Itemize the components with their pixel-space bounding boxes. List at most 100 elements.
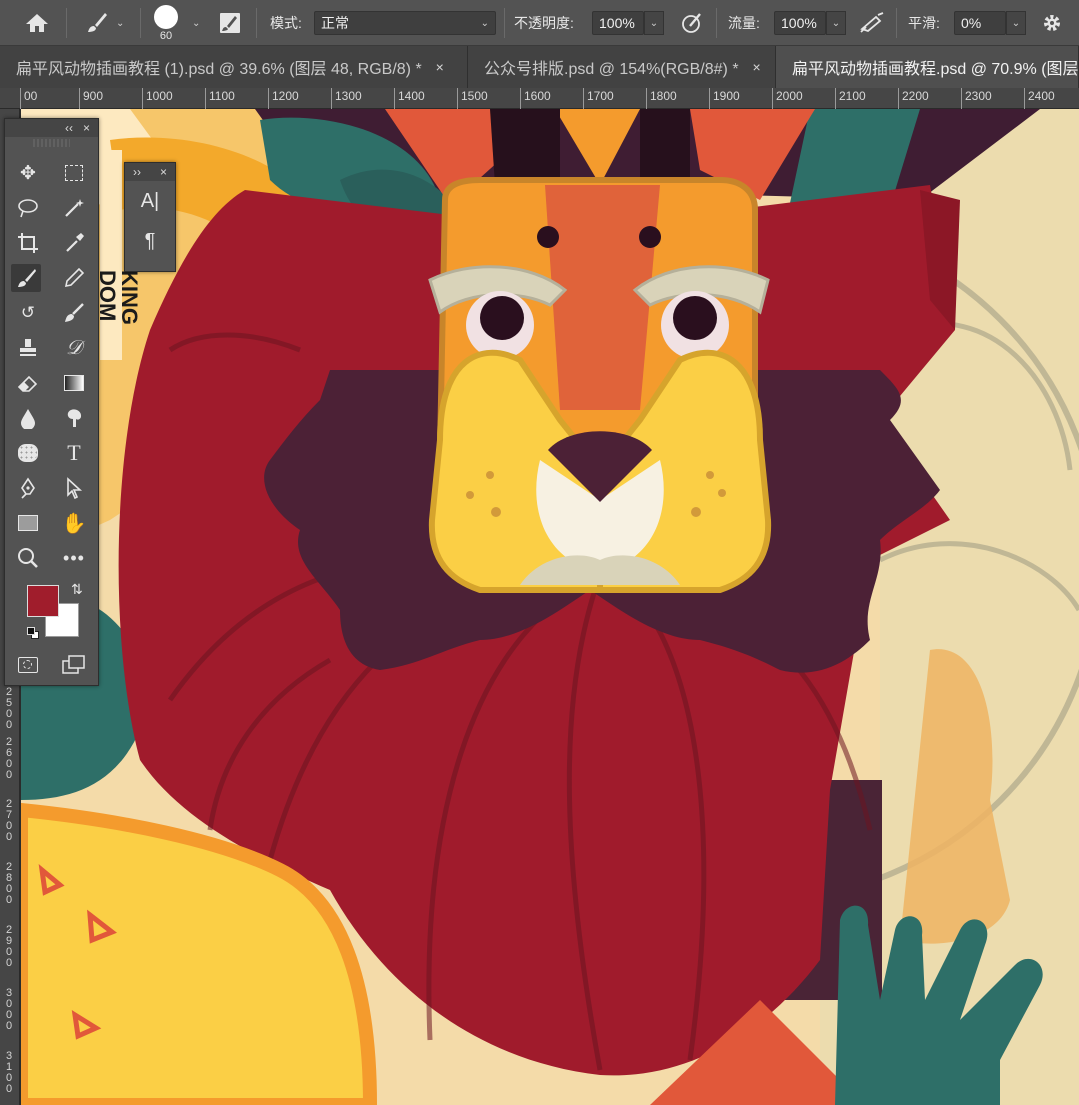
- opacity-label: 不透明度:: [514, 15, 574, 31]
- type-tool[interactable]: T: [59, 439, 89, 467]
- art-history-icon: 𝒟: [66, 336, 82, 359]
- mini-panel-header[interactable]: ›› ×: [125, 163, 175, 181]
- chevron-down-icon: ⌄: [1011, 17, 1021, 29]
- tools-panel[interactable]: ‹‹ × ✥ ↺ 𝒟 T ✋ ••• ⇅: [4, 118, 99, 686]
- blend-mode-select[interactable]: 正常 ⌄: [314, 0, 496, 46]
- mode-label: 模式:: [270, 15, 302, 31]
- pen-tool[interactable]: [13, 474, 43, 502]
- ruler-tick: 2500: [5, 686, 13, 731]
- gradient-tool[interactable]: [59, 369, 89, 397]
- ruler-tick: 1000: [142, 88, 173, 109]
- blur-tool[interactable]: [13, 404, 43, 432]
- clone-stamp-tool[interactable]: [13, 334, 43, 362]
- swap-colors-icon[interactable]: ⇅: [71, 581, 83, 598]
- tab-title: 公众号排版.psd @ 154%(RGB/8#) *: [484, 61, 739, 78]
- settings-button[interactable]: [1040, 0, 1064, 46]
- smudge-tool[interactable]: [59, 404, 89, 432]
- home-button[interactable]: [24, 0, 50, 46]
- paragraph-panel-button[interactable]: ¶: [125, 221, 175, 261]
- ruler-tick: 2400: [1024, 88, 1055, 109]
- eraser-icon: [17, 375, 38, 392]
- hand-icon: ✋: [61, 512, 87, 535]
- default-colors-icon[interactable]: [27, 627, 39, 639]
- ruler-tick: 1600: [520, 88, 551, 109]
- flow-dropdown[interactable]: ⌄: [826, 11, 846, 35]
- pen-icon: [21, 477, 35, 499]
- foreground-color-swatch[interactable]: [27, 585, 59, 617]
- magic-wand-tool[interactable]: [59, 194, 89, 222]
- path-select-icon: [67, 477, 83, 499]
- art-history-brush-tool[interactable]: 𝒟: [59, 334, 89, 362]
- character-panel-button[interactable]: A|: [125, 181, 175, 221]
- crop-tool[interactable]: [13, 229, 43, 257]
- marquee-tool[interactable]: [59, 159, 89, 187]
- settings-icon: [1044, 15, 1060, 31]
- close-icon[interactable]: ×: [753, 59, 761, 75]
- document-canvas[interactable]: KING DOM: [21, 109, 1079, 1105]
- eyedropper-tool[interactable]: [59, 229, 89, 257]
- sponge-icon: [18, 444, 38, 462]
- zoom-tool[interactable]: [13, 544, 43, 572]
- panel-grip[interactable]: [33, 139, 70, 147]
- smoothing-control[interactable]: 0% ⌄: [954, 0, 1026, 46]
- tools-panel-header[interactable]: ‹‹ ×: [5, 119, 98, 137]
- eraser-tool[interactable]: [13, 369, 43, 397]
- ruler-tick: 1500: [457, 88, 488, 109]
- smudge-icon: [67, 409, 82, 427]
- character-icon: A|: [140, 189, 160, 212]
- path-selection-tool[interactable]: [59, 474, 89, 502]
- brush-size-dropdown[interactable]: ⌄: [192, 0, 200, 46]
- document-tab-1[interactable]: 扁平风动物插画教程 (1).psd @ 39.6% (图层 48, RGB/8)…: [0, 46, 468, 88]
- horizontal-ruler[interactable]: 00 900 1000 1100 1200 1300 1400 1500 160…: [0, 88, 1079, 109]
- sponge-tool[interactable]: [13, 439, 43, 467]
- opacity-dropdown[interactable]: ⌄: [644, 11, 664, 35]
- mixer-brush-tool[interactable]: [59, 299, 89, 327]
- flow-control[interactable]: 100% ⌄: [774, 0, 846, 46]
- chevron-down-icon: ⌄: [831, 17, 841, 29]
- airbrush-icon: [860, 12, 884, 33]
- lasso-icon: [18, 199, 38, 218]
- opacity-control[interactable]: 100% ⌄: [592, 0, 664, 46]
- brush-tool-icon: [18, 269, 36, 287]
- lasso-tool[interactable]: [13, 194, 43, 222]
- close-panel-icon[interactable]: ×: [160, 165, 167, 179]
- pencil-tool[interactable]: [59, 264, 89, 292]
- tab-title: 扁平风动物插画教程 (1).psd @ 39.6% (图层 48, RGB/8)…: [16, 61, 422, 78]
- expand-panel-icon[interactable]: ››: [133, 165, 141, 179]
- opacity-input[interactable]: 100%: [592, 11, 644, 35]
- ruler-tick: 2600: [5, 736, 13, 781]
- tool-preset-picker[interactable]: ⌄: [84, 0, 124, 46]
- hand-tool[interactable]: ✋: [59, 509, 89, 537]
- brush-size-picker[interactable]: 60: [154, 0, 178, 46]
- pressure-opacity-button[interactable]: [680, 0, 704, 46]
- blend-mode-field[interactable]: 正常 ⌄: [314, 11, 496, 35]
- toggle-panels-icon: [220, 13, 240, 33]
- move-icon: ✥: [20, 162, 36, 184]
- collapse-panel-icon[interactable]: ‹‹: [65, 121, 73, 135]
- more-tools-button[interactable]: •••: [59, 544, 89, 572]
- quick-mask-button[interactable]: [13, 651, 43, 679]
- document-tab-2[interactable]: 公众号排版.psd @ 154%(RGB/8#) * ×: [468, 46, 776, 88]
- flow-input[interactable]: 100%: [774, 11, 826, 35]
- move-tool[interactable]: ✥: [13, 159, 43, 187]
- smoothing-input[interactable]: 0%: [954, 11, 1006, 35]
- close-icon[interactable]: ×: [436, 59, 444, 75]
- toggle-brush-panel-button[interactable]: [218, 0, 242, 46]
- ruler-tick: 1700: [583, 88, 614, 109]
- brush-tool[interactable]: [11, 264, 41, 292]
- rectangle-icon: [18, 515, 38, 531]
- rectangle-tool[interactable]: [13, 509, 43, 537]
- ruler-tick: 2800: [5, 861, 13, 906]
- more-icon: •••: [63, 547, 85, 568]
- character-paragraph-panel[interactable]: ›› × A| ¶: [124, 162, 176, 272]
- ruler-tick: 3000: [5, 987, 13, 1032]
- screen-mode-button[interactable]: [59, 651, 89, 679]
- history-brush-tool[interactable]: ↺: [13, 299, 43, 327]
- document-tab-3[interactable]: 扁平风动物插画教程.psd @ 70.9% (图层 45, RGB/8) *: [776, 46, 1079, 88]
- brush-icon: [88, 13, 107, 32]
- airbrush-button[interactable]: [858, 0, 886, 46]
- close-panel-icon[interactable]: ×: [83, 121, 90, 135]
- chevron-down-icon: ⌄: [116, 17, 125, 29]
- smoothing-dropdown[interactable]: ⌄: [1006, 11, 1026, 35]
- ruler-tick: 2000: [772, 88, 803, 109]
